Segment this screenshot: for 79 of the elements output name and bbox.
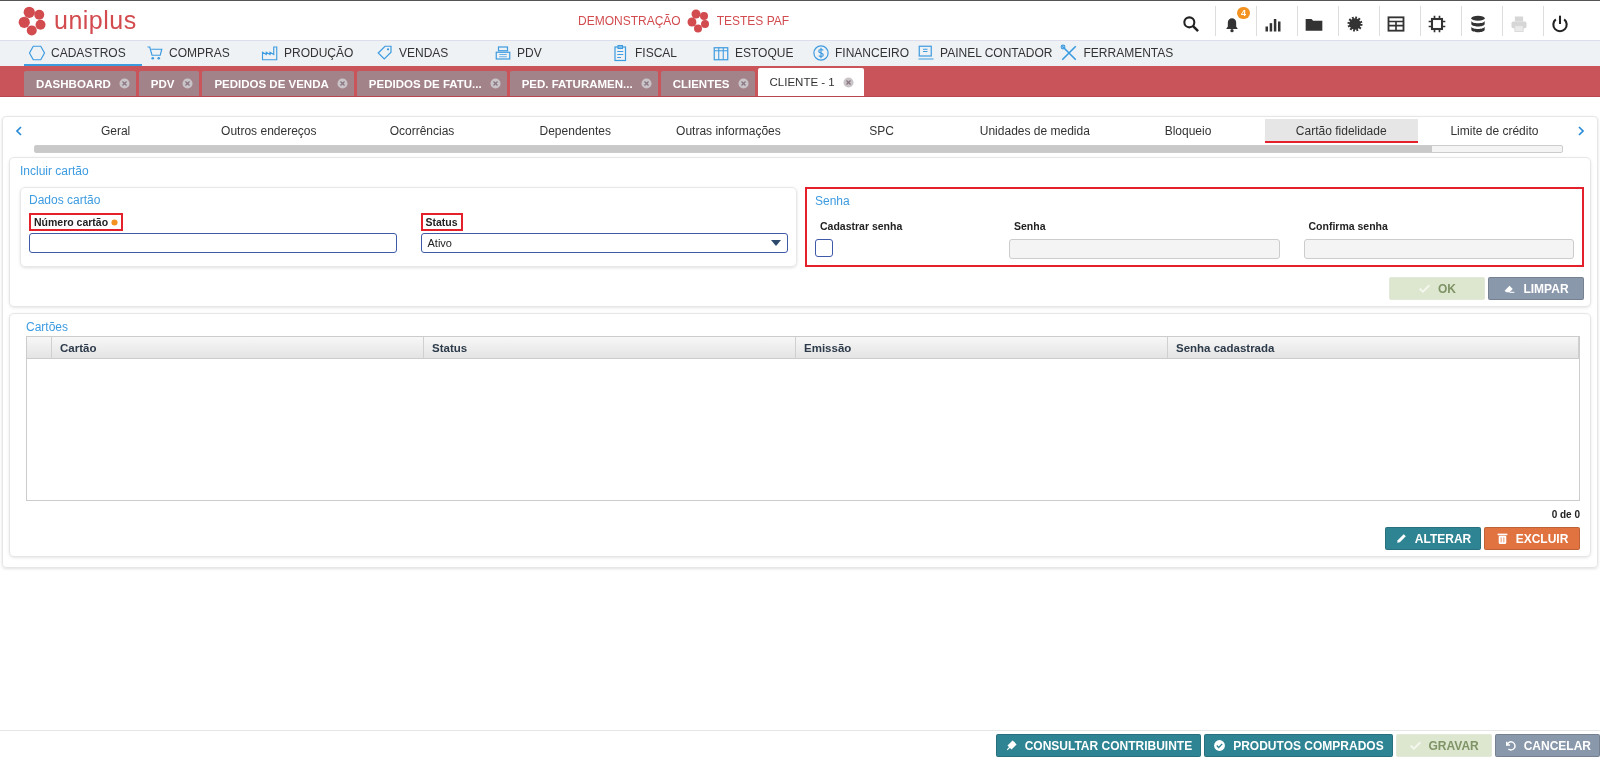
menu-item[interactable]: ESTOQUE (708, 41, 808, 66)
company-logo-icon (686, 8, 711, 33)
menu-item[interactable]: PDV (490, 41, 608, 66)
chevron-left-icon[interactable] (13, 125, 25, 137)
close-icon[interactable] (737, 78, 749, 89)
close-icon[interactable] (842, 76, 854, 88)
check-icon (1418, 282, 1431, 295)
menu-item[interactable]: FINANCEIRO (808, 41, 913, 66)
power-icon (1550, 14, 1570, 34)
column-header[interactable]: Cartão (52, 337, 424, 358)
logo-icon (18, 5, 48, 36)
printer-icon (1509, 14, 1529, 34)
cash-register-icon (494, 43, 512, 62)
check-circle-icon (1213, 739, 1227, 752)
caret-icon (771, 240, 781, 246)
sub-tab[interactable]: Bloqueio (1111, 119, 1265, 143)
sub-tab[interactable]: Limite de crédito (1417, 119, 1572, 143)
column-header[interactable]: Emissão (796, 337, 1168, 358)
pencil-icon (1394, 532, 1408, 545)
close-icon[interactable] (182, 78, 194, 89)
gear-icon (1345, 14, 1365, 34)
close-icon[interactable] (489, 78, 501, 89)
cart-icon (146, 43, 164, 62)
sub-tab[interactable]: SPC (805, 119, 959, 143)
sub-tab[interactable]: Ocorrências (345, 119, 499, 143)
check-icon (1408, 739, 1422, 752)
close-icon[interactable] (640, 78, 652, 89)
status-dropdown[interactable]: Ativo (420, 233, 788, 253)
column-header[interactable]: Status (424, 337, 796, 358)
menu-item[interactable]: FISCAL (608, 41, 708, 66)
section-title: Dados cartão (29, 193, 101, 207)
action-button[interactable]: ALTERAR (1385, 527, 1481, 550)
search-icon (1181, 14, 1201, 34)
sub-tab[interactable]: Unidades de medida (958, 119, 1112, 143)
close-icon[interactable] (336, 78, 348, 89)
action-button[interactable]: PRODUTOS COMPRADOS (1204, 734, 1393, 757)
scrollbar[interactable] (34, 145, 1563, 153)
hexagon-icon (28, 43, 46, 62)
company-name: TESTES PAF (716, 13, 790, 28)
plug-icon (1004, 739, 1018, 752)
field-label: Senha (1013, 219, 1047, 234)
field-label: Número cartão (29, 213, 124, 231)
environment-label: DEMONSTRAÇÃO (578, 13, 681, 28)
app-logo-text: uniplus (54, 6, 137, 35)
card-number-field[interactable] (29, 233, 397, 253)
menu-item[interactable]: FERRAMENTAS (1056, 41, 1178, 66)
dollar-icon (812, 43, 830, 62)
section-title: Cartões (26, 320, 69, 334)
factory-icon (261, 43, 279, 62)
notification-badge: 4 (1237, 7, 1250, 19)
sub-tab[interactable]: Geral (39, 119, 193, 143)
trash-icon (1495, 532, 1509, 545)
field-label: Status (420, 213, 463, 231)
pagination-text: 0 de 0 (1551, 509, 1580, 520)
close-icon[interactable] (118, 78, 130, 89)
column-header[interactable]: Senha cadastrada (1168, 337, 1579, 358)
database-icon (1468, 14, 1488, 34)
undo-icon (1503, 739, 1517, 752)
sub-tab[interactable]: Outros endereços (192, 119, 346, 143)
sub-tab[interactable]: Cartão fidelidade (1264, 119, 1418, 143)
menu-item[interactable]: VENDAS (372, 41, 490, 66)
open-tab[interactable]: CLIENTE - 1 (757, 68, 864, 96)
chevron-right-icon[interactable] (1575, 125, 1587, 137)
chip-icon (1427, 14, 1447, 34)
menu-item[interactable]: PRODUÇÃO (257, 41, 372, 66)
table-icon (1386, 14, 1406, 34)
menu-item[interactable]: PAINEL CONTADOR (913, 41, 1057, 66)
menu-item[interactable]: COMPRAS (142, 41, 257, 66)
monitor-icon (917, 43, 935, 62)
section-title: Senha (815, 194, 850, 208)
checkbox[interactable] (815, 239, 833, 257)
sub-tab[interactable]: Dependentes (498, 119, 652, 143)
field-label: Cadastrar senha (819, 219, 904, 234)
sub-tab[interactable]: Outras informações (651, 119, 805, 143)
section-title: Incluir cartão (20, 164, 89, 178)
field-label: Confirma senha (1307, 219, 1389, 234)
action-button[interactable]: CONSULTAR CONTRIBUINTE (995, 734, 1202, 757)
tools-icon (1060, 43, 1079, 62)
tag-icon (376, 43, 394, 62)
